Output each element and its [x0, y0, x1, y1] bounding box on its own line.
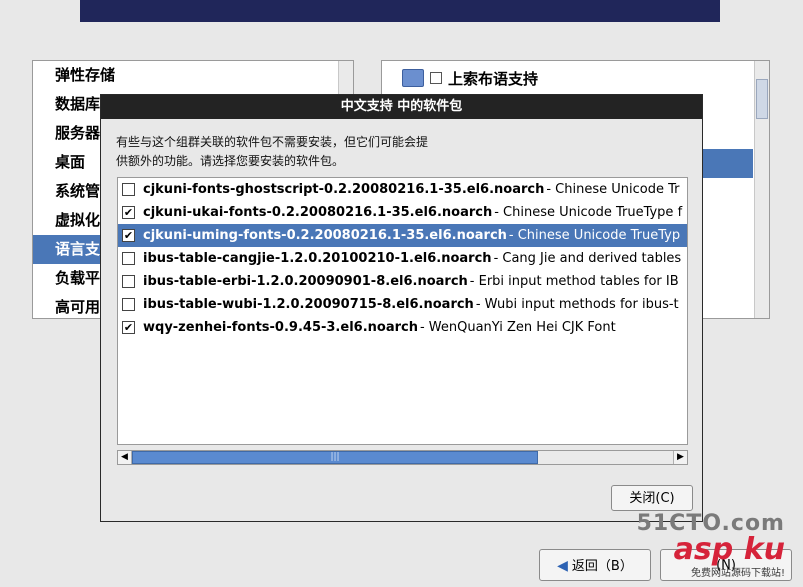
package-row[interactable]: ✔ wqy-zenhei-fonts-0.9.45-3.el6.noarch - W… — [118, 316, 687, 339]
next-button[interactable]: (N) — [660, 549, 792, 581]
package-row[interactable]: ibus-table-wubi-1.2.0.20090715-8.el6.noa… — [118, 293, 687, 316]
package-checkbox[interactable]: ✔ — [122, 229, 135, 242]
package-description: - Wubi input methods for ibus-t — [475, 297, 679, 312]
scroll-left-arrow-icon[interactable]: ◀ — [118, 451, 132, 464]
package-name: wqy-zenhei-fonts-0.9.45-3.el6.noarch — [143, 320, 418, 335]
option-label: 上索布语支持 — [448, 69, 539, 88]
package-name: cjkuni-uming-fonts-0.2.20080216.1-35.el6… — [143, 228, 507, 243]
package-row[interactable]: ✔ cjkuni-uming-fonts-0.2.20080216.1-35.el… — [118, 224, 687, 247]
back-button[interactable]: ◀ 返回（B） — [539, 549, 651, 581]
dialog-description: 有些与这个组群关联的软件包不需要安装，但它们可能会提 供额外的功能。请选择您要安… — [116, 133, 676, 171]
package-checkbox[interactable] — [122, 275, 135, 288]
dialog-title: 中文支持 中的软件包 — [101, 95, 702, 119]
package-row[interactable]: ✔ cjkuni-ukai-fonts-0.2.20080216.1-35.el6… — [118, 201, 687, 224]
option-item[interactable]: 上索布语支持 — [402, 65, 538, 91]
close-button[interactable]: 关闭(C) — [611, 485, 693, 511]
package-dialog: 中文支持 中的软件包 有些与这个组群关联的软件包不需要安装，但它们可能会提 供额… — [100, 94, 703, 522]
package-checkbox[interactable] — [122, 252, 135, 265]
package-description: - Cang Jie and derived tables — [493, 251, 682, 266]
category-item[interactable]: 弹性存储 — [33, 61, 353, 90]
package-checkbox[interactable] — [122, 298, 135, 311]
scroll-right-arrow-icon[interactable]: ▶ — [673, 451, 687, 464]
package-description: - Chinese Unicode TrueTyp — [508, 228, 681, 243]
description-line: 供额外的功能。请选择您要安装的软件包。 — [116, 154, 345, 168]
description-line: 有些与这个组群关联的软件包不需要安装，但它们可能会提 — [116, 135, 429, 149]
package-row[interactable]: ibus-table-cangjie-1.2.0.20100210-1.el6.… — [118, 247, 687, 270]
package-row[interactable]: ibus-table-erbi-1.2.0.20090901-8.el6.noa… — [118, 270, 687, 293]
package-name: ibus-table-wubi-1.2.0.20090715-8.el6.noa… — [143, 297, 474, 312]
package-list[interactable]: cjkuni-fonts-ghostscript-0.2.20080216.1-… — [117, 177, 688, 445]
package-description: - WenQuanYi Zen Hei CJK Font — [419, 320, 616, 335]
option-list-scrollbar[interactable] — [754, 61, 769, 318]
top-banner — [80, 0, 720, 22]
package-checkbox[interactable]: ✔ — [122, 321, 135, 334]
package-name: cjkuni-fonts-ghostscript-0.2.20080216.1-… — [143, 182, 545, 197]
next-label: (N) — [716, 558, 736, 573]
hscroll-thumb[interactable]: ||| — [132, 451, 538, 464]
package-checkbox[interactable] — [122, 183, 135, 196]
option-checkbox[interactable] — [430, 72, 442, 84]
option-list-scroll-thumb[interactable] — [756, 79, 768, 119]
package-name: ibus-table-cangjie-1.2.0.20100210-1.el6.… — [143, 251, 492, 266]
back-label: 返回（B） — [571, 559, 633, 574]
package-name: ibus-table-erbi-1.2.0.20090901-8.el6.noa… — [143, 274, 468, 289]
package-description: - Erbi input method tables for IB — [469, 274, 679, 289]
package-row[interactable]: cjkuni-fonts-ghostscript-0.2.20080216.1-… — [118, 178, 687, 201]
back-arrow-icon: ◀ — [557, 558, 568, 574]
package-description: - Chinese Unicode TrueType f — [494, 205, 683, 220]
flag-icon — [402, 69, 424, 87]
package-description: - Chinese Unicode Tr — [546, 182, 680, 197]
package-name: cjkuni-ukai-fonts-0.2.20080216.1-35.el6.… — [143, 205, 493, 220]
package-checkbox[interactable]: ✔ — [122, 206, 135, 219]
package-list-hscrollbar[interactable]: ◀ ||| ▶ — [117, 450, 688, 465]
